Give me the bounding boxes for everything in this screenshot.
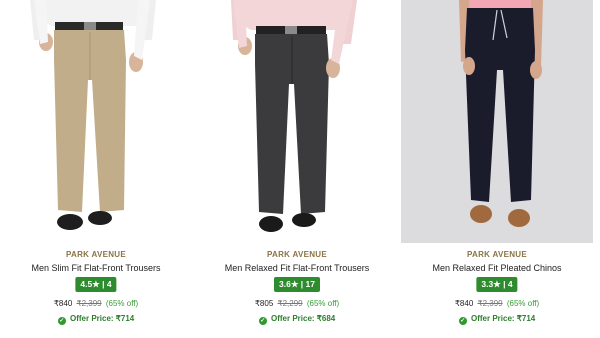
product-image[interactable] [401, 0, 593, 243]
offer-price: Offer Price: ₹684 [271, 314, 336, 323]
rating-badge: 3.3★ | 4 [476, 277, 518, 292]
product-title[interactable]: Men Relaxed Fit Pleated Chinos [401, 263, 593, 273]
product-image[interactable] [201, 0, 393, 243]
product-card[interactable]: PARK AVENUE Men Relaxed Fit Pleated Chin… [401, 0, 593, 338]
selling-price: ₹840 [53, 299, 73, 308]
mrp-price: ₹2,399 [477, 299, 503, 308]
price-row: ₹840 ₹2,399 (65% off) [0, 299, 192, 308]
offer-price-row: ✓ Offer Price: ₹684 [201, 314, 393, 325]
product-title[interactable]: Men Relaxed Fit Flat-Front Trousers [201, 263, 393, 273]
mrp-price: ₹2,399 [76, 299, 102, 308]
product-card[interactable]: PARK AVENUE Men Relaxed Fit Flat-Front T… [201, 0, 393, 338]
rating-badge: 4.5★ | 4 [75, 277, 117, 292]
offer-price: Offer Price: ₹714 [70, 314, 135, 323]
discount-label: (65% off) [105, 299, 139, 308]
khaki-trousers-image [0, 0, 192, 243]
offer-price-row: ✓ Offer Price: ₹714 [0, 314, 192, 325]
brand-name: PARK AVENUE [466, 250, 528, 259]
product-card[interactable]: PARK AVENUE Men Slim Fit Flat-Front Trou… [0, 0, 192, 338]
selling-price: ₹805 [254, 299, 274, 308]
product-title[interactable]: Men Slim Fit Flat-Front Trousers [0, 263, 192, 273]
discount-label: (65% off) [306, 299, 340, 308]
product-image[interactable] [0, 0, 192, 243]
offer-price: Offer Price: ₹714 [471, 314, 536, 323]
offer-check-icon: ✓ [458, 317, 467, 325]
offer-check-icon: ✓ [258, 317, 267, 325]
brand-name: PARK AVENUE [65, 250, 127, 259]
product-grid: PARK AVENUE Men Slim Fit Flat-Front Trou… [0, 0, 600, 338]
charcoal-trousers-image [201, 0, 393, 243]
price-row: ₹840 ₹2,399 (65% off) [401, 299, 593, 308]
navy-chinos-image [401, 0, 593, 243]
price-row: ₹805 ₹2,299 (65% off) [201, 299, 393, 308]
rating-badge: 3.6★ | 17 [274, 277, 320, 292]
brand-name: PARK AVENUE [266, 250, 328, 259]
mrp-price: ₹2,299 [277, 299, 303, 308]
offer-check-icon: ✓ [57, 317, 66, 325]
discount-label: (65% off) [506, 299, 540, 308]
offer-price-row: ✓ Offer Price: ₹714 [401, 314, 593, 325]
selling-price: ₹840 [454, 299, 474, 308]
